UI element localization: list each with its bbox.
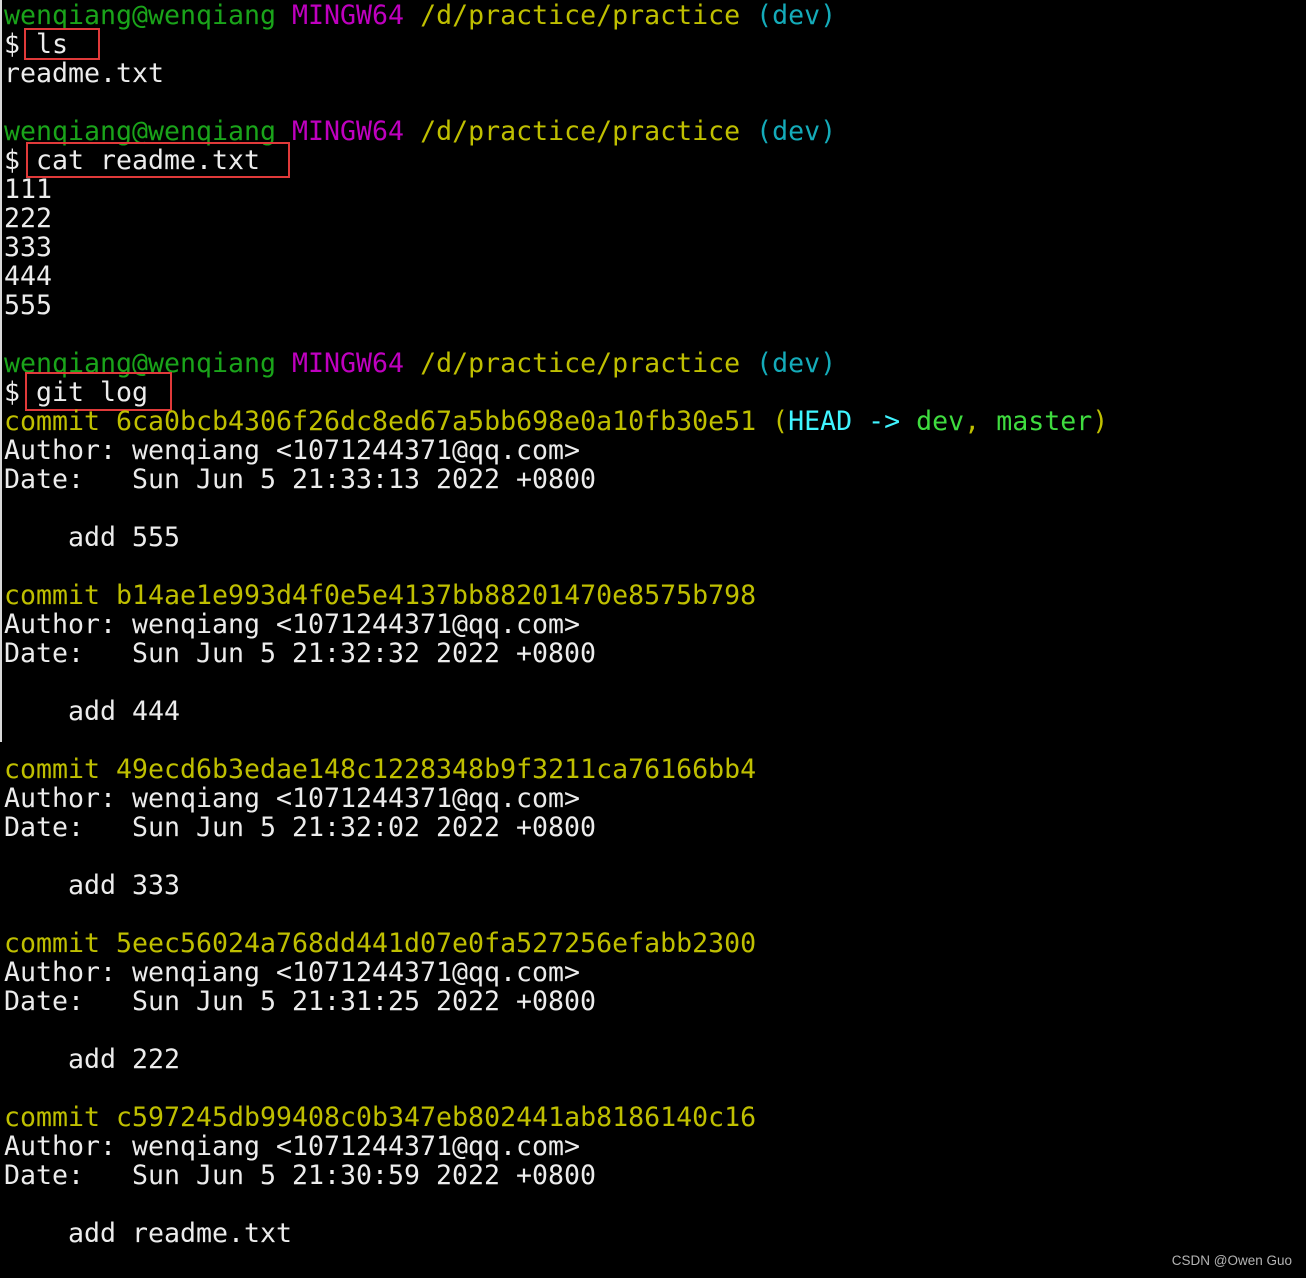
commit-entry: commit c597245db99408c0b347eb802441ab818… [4,1103,1306,1248]
prompt-symbol: $ [4,377,21,408]
watermark: CSDN @Owen Guo [1171,1253,1292,1268]
command-line: $ cat readme.txt [4,142,1306,178]
output-line: 222 [4,203,53,234]
commit-label: commit [4,406,101,437]
prompt-branch: (dev) [756,348,837,379]
author-line: Author: wenqiang <1071244371@qq.com> [4,784,1306,813]
date-line: Date: Sun Jun 5 21:32:02 2022 +0800 [4,813,1306,842]
date-line: Date: Sun Jun 5 21:32:32 2022 +0800 [4,639,1306,668]
author-label: Author: [4,609,117,640]
prompt-branch: (dev) [756,0,837,31]
commit-hash: c597245db99408c0b347eb802441ab8186140c16 [116,1102,757,1133]
author-label: Author: [4,435,117,466]
command-highlight-box [26,142,290,178]
terminal-output[interactable]: wenqiang@wenqiang MINGW64 /d/practice/pr… [4,1,1306,1248]
prompt-shell: MINGW64 [292,116,405,147]
prompt-user-host: wenqiang@wenqiang [4,0,277,31]
commit-hash: 6ca0bcb4306f26dc8ed67a5bb698e0a10fb30e51 [116,406,757,437]
commit-hash: 49ecd6b3edae148c1228348b9f3211ca76166bb4 [116,754,757,785]
commit-message: add readme.txt [68,1218,293,1249]
terminal-window: wenqiang@wenqiang MINGW64 /d/practice/pr… [0,0,1306,1278]
date-label: Date: [4,638,85,669]
commit-entry: commit 5eec56024a768dd441d07e0fa527256ef… [4,929,1306,1074]
commit-label: commit [4,928,101,959]
commit-line: commit c597245db99408c0b347eb802441ab818… [4,1103,1306,1132]
author-line: Author: wenqiang <1071244371@qq.com> [4,436,1306,465]
branch-ref: master [996,406,1093,437]
date-value: Sun Jun 5 21:32:02 2022 +0800 [132,812,597,843]
prompt-branch: (dev) [756,116,837,147]
commit-message: add 222 [68,1044,181,1075]
commit-entry: commit b14ae1e993d4f0e5e4137bb88201470e8… [4,581,1306,726]
commit-hash: 5eec56024a768dd441d07e0fa527256efabb2300 [116,928,757,959]
author-line: Author: wenqiang <1071244371@qq.com> [4,1132,1306,1161]
author-value: wenqiang <1071244371@qq.com> [132,609,581,640]
prompt-symbol: $ [4,29,21,60]
date-value: Sun Jun 5 21:33:13 2022 +0800 [132,464,597,495]
prompt-shell: MINGW64 [292,0,405,31]
date-label: Date: [4,986,85,1017]
prompt-line: wenqiang@wenqiang MINGW64 /d/practice/pr… [4,1,1306,30]
commit-line: commit 6ca0bcb4306f26dc8ed67a5bb698e0a10… [4,407,1306,436]
commit-label: commit [4,1102,101,1133]
author-label: Author: [4,957,117,988]
date-line: Date: Sun Jun 5 21:31:25 2022 +0800 [4,987,1306,1016]
command-line: $ ls [4,28,1306,60]
commit-message: add 333 [68,870,181,901]
commit-line: commit 5eec56024a768dd441d07e0fa527256ef… [4,929,1306,958]
refs-open: ( [772,406,789,437]
prompt-path: /d/practice/practice [420,348,741,379]
command-line: $ git log [4,372,1306,411]
output-line: 111 [4,174,53,205]
commit-hash: b14ae1e993d4f0e5e4137bb88201470e8575b798 [116,580,757,611]
commit-label: commit [4,580,101,611]
commit-entry: commit 6ca0bcb4306f26dc8ed67a5bb698e0a10… [4,407,1306,552]
command-highlight-box [24,28,100,60]
commit-message: add 555 [68,522,181,553]
window-edge [0,0,2,742]
prompt-line: wenqiang@wenqiang MINGW64 /d/practice/pr… [4,349,1306,378]
author-value: wenqiang <1071244371@qq.com> [132,957,581,988]
output-line: 333 [4,232,53,263]
date-label: Date: [4,464,85,495]
commit-label: commit [4,754,101,785]
date-label: Date: [4,812,85,843]
commit-line: commit b14ae1e993d4f0e5e4137bb88201470e8… [4,581,1306,610]
author-value: wenqiang <1071244371@qq.com> [132,783,581,814]
author-label: Author: [4,783,117,814]
prompt-symbol: $ [4,145,21,176]
date-line: Date: Sun Jun 5 21:30:59 2022 +0800 [4,1161,1306,1190]
commit-entry: commit 49ecd6b3edae148c1228348b9f3211ca7… [4,755,1306,900]
terminal-session: wenqiang@wenqiang MINGW64 /d/practice/pr… [4,349,1306,1248]
date-value: Sun Jun 5 21:32:32 2022 +0800 [132,638,597,669]
author-line: Author: wenqiang <1071244371@qq.com> [4,958,1306,987]
commit-line: commit 49ecd6b3edae148c1228348b9f3211ca7… [4,755,1306,784]
output-line: 444 [4,261,53,292]
date-line: Date: Sun Jun 5 21:33:13 2022 +0800 [4,465,1306,494]
terminal-session: wenqiang@wenqiang MINGW64 /d/practice/pr… [4,117,1306,320]
author-value: wenqiang <1071244371@qq.com> [132,1131,581,1162]
output-line: 555 [4,290,53,321]
terminal-session: wenqiang@wenqiang MINGW64 /d/practice/pr… [4,1,1306,88]
output-line: readme.txt [4,58,165,89]
author-line: Author: wenqiang <1071244371@qq.com> [4,610,1306,639]
prompt-path: /d/practice/practice [420,0,741,31]
head-ref: HEAD -> [788,406,901,437]
author-value: wenqiang <1071244371@qq.com> [132,435,581,466]
commit-message: add 444 [68,696,181,727]
date-value: Sun Jun 5 21:30:59 2022 +0800 [132,1160,597,1191]
date-value: Sun Jun 5 21:31:25 2022 +0800 [132,986,597,1017]
prompt-shell: MINGW64 [292,348,405,379]
refs-close: ) [1092,406,1109,437]
date-label: Date: [4,1160,85,1191]
branch-ref: dev [916,406,965,437]
refs-separator: , [964,406,981,437]
author-label: Author: [4,1131,117,1162]
prompt-path: /d/practice/practice [420,116,741,147]
